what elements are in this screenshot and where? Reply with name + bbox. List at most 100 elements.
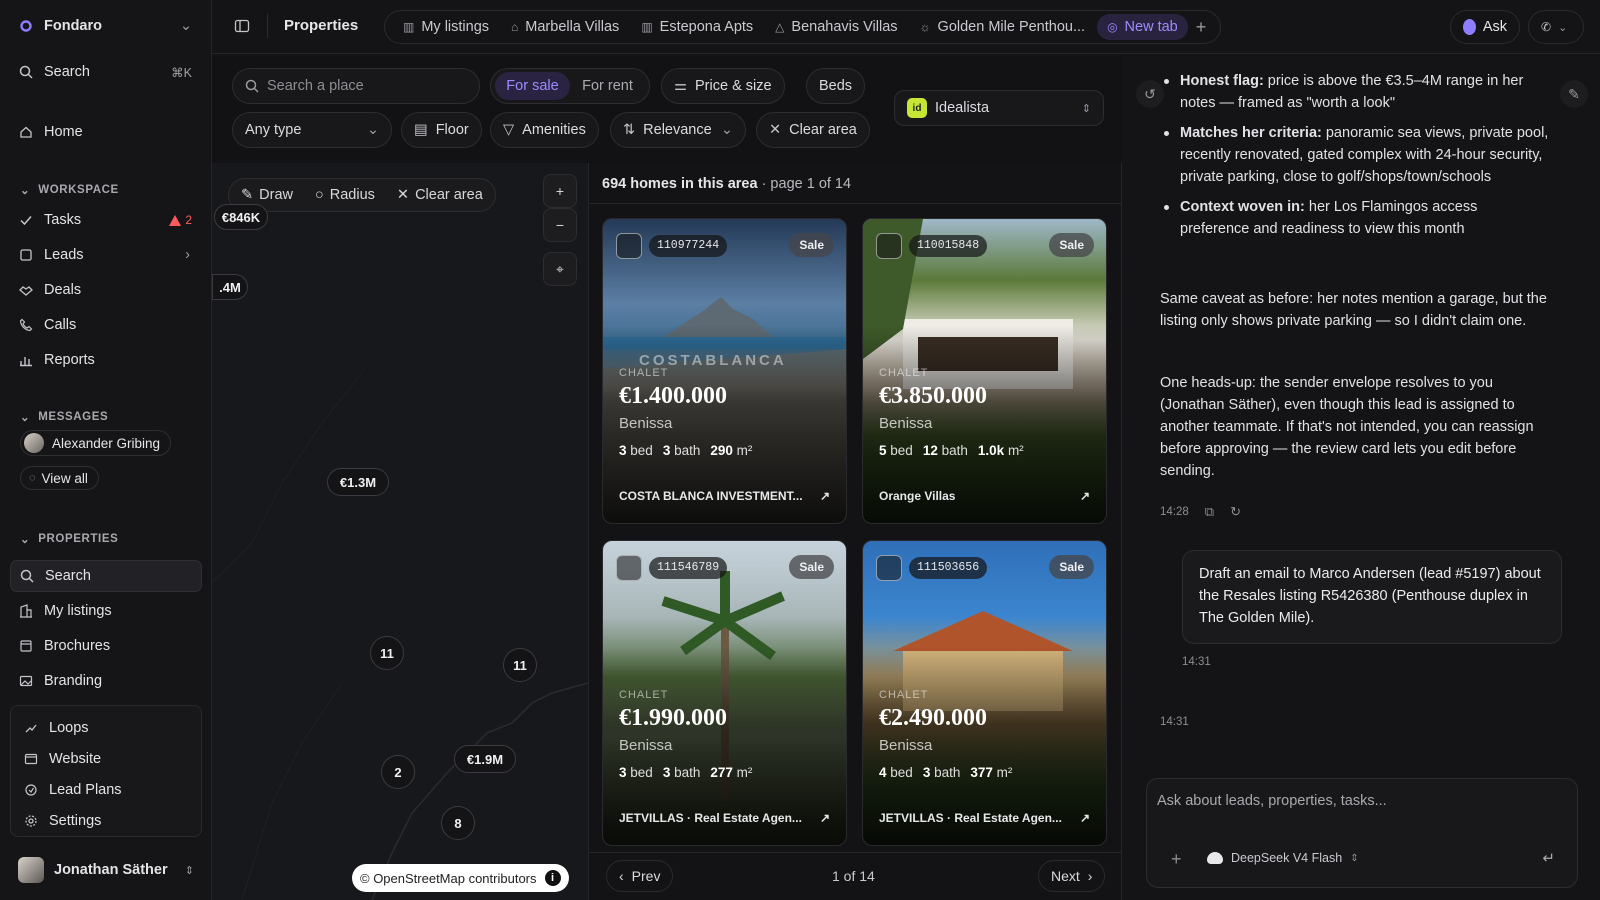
- zoom-out-button[interactable]: −: [543, 208, 577, 242]
- user-menu[interactable]: Jonathan Säther ⇕: [12, 852, 204, 888]
- regenerate-icon[interactable]: ↻: [1230, 504, 1241, 520]
- sort-select[interactable]: ⇅ Relevance ⌄: [610, 112, 746, 148]
- tab-new-tab[interactable]: ◎ New tab: [1097, 14, 1188, 40]
- sidebar-item-leads[interactable]: Leads ›: [10, 239, 202, 271]
- next-page-button[interactable]: Next ›: [1038, 860, 1106, 892]
- listing-card[interactable]: 111503656 Sale CHALET €2.490.000 Benissa…: [862, 540, 1107, 846]
- map-marker[interactable]: .4M: [212, 274, 248, 300]
- tab-marbella-villas[interactable]: ⌂ Marbella Villas: [501, 14, 629, 40]
- prev-page-button[interactable]: ‹ Prev: [606, 860, 674, 892]
- listing-ref: 111503656: [909, 557, 988, 579]
- map-cluster[interactable]: 11: [503, 648, 537, 682]
- for-sale-option[interactable]: For sale: [495, 72, 570, 100]
- contact-chip-alexander[interactable]: Alexander Gribing: [20, 430, 172, 456]
- sidebar-item-calls[interactable]: Calls: [10, 309, 202, 341]
- chevron-right-icon: ›: [1087, 868, 1093, 884]
- ask-button[interactable]: Ask: [1450, 10, 1520, 44]
- chevron-down-icon: ⌄: [20, 185, 31, 197]
- workspace-section-header[interactable]: ⌄ WORKSPACE: [20, 183, 119, 197]
- size-unit: m²: [996, 765, 1013, 780]
- source-select[interactable]: id Idealista ⇕: [894, 90, 1104, 126]
- tab-label: New tab: [1124, 19, 1178, 35]
- call-menu-button[interactable]: ✆ ⌄: [1528, 10, 1584, 44]
- map-marker[interactable]: €846K: [214, 204, 268, 230]
- sidebar-item-website[interactable]: Website: [15, 743, 195, 775]
- assistant-paragraph: One heads-up: the sender envelope resolv…: [1160, 375, 1534, 479]
- tab-label: My listings: [421, 19, 490, 35]
- sidebar-item-label: My listings: [44, 603, 112, 619]
- sidebar-item-home[interactable]: Home: [10, 116, 202, 148]
- tab-my-listings[interactable]: ▥ My listings: [393, 14, 499, 40]
- messages-section-header[interactable]: ⌄ MESSAGES: [20, 410, 108, 424]
- map-cluster[interactable]: 2: [381, 755, 415, 789]
- external-link-icon[interactable]: ↗: [820, 489, 830, 503]
- sidebar-search[interactable]: Search ⌘K: [10, 56, 202, 88]
- map-view[interactable]: [212, 163, 588, 900]
- sidebar-item-search[interactable]: Search: [10, 560, 202, 592]
- external-link-icon[interactable]: ↗: [1080, 811, 1090, 825]
- external-link-icon[interactable]: ↗: [820, 811, 830, 825]
- type-select[interactable]: Any type ⌄: [232, 112, 392, 148]
- map-marker[interactable]: €1.3M: [327, 468, 389, 496]
- select-checkbox[interactable]: [616, 555, 642, 581]
- draw-tool[interactable]: ✎ Draw: [241, 187, 293, 203]
- property-type: CHALET: [619, 689, 669, 701]
- clear-area-filter[interactable]: ✕ Clear area: [756, 112, 870, 148]
- send-icon[interactable]: ↵: [1542, 849, 1555, 867]
- sidebar-item-branding[interactable]: Branding: [10, 665, 202, 697]
- chevron-right-icon: ›: [185, 247, 190, 263]
- page-title: Properties: [284, 17, 359, 34]
- place-search[interactable]: Search a place: [232, 68, 480, 104]
- tab-benahavis-villas[interactable]: △ Benahavis Villas: [765, 14, 907, 40]
- avatar: [18, 857, 44, 883]
- properties-section-header[interactable]: ⌄ PROPERTIES: [20, 532, 118, 546]
- baths-unit: bath: [941, 443, 968, 458]
- add-tab-button[interactable]: +: [1190, 14, 1213, 40]
- sidebar-item-settings[interactable]: Settings: [15, 805, 195, 837]
- sidebar-item-label: Lead Plans: [49, 782, 122, 798]
- listing-card[interactable]: COSTABLANCA 110977244 Sale CHALET €1.400…: [602, 218, 847, 524]
- zoom-in-button[interactable]: +: [543, 174, 577, 208]
- for-rent-option[interactable]: For rent: [570, 72, 645, 100]
- select-checkbox[interactable]: [876, 555, 902, 581]
- beds-filter[interactable]: Beds: [806, 68, 866, 104]
- copy-icon[interactable]: ⧉: [1205, 504, 1214, 520]
- sidebar-item-brochures[interactable]: Brochures: [10, 630, 202, 662]
- sidebar-item-deals[interactable]: Deals: [10, 274, 202, 306]
- map-cluster[interactable]: 8: [441, 806, 475, 840]
- select-checkbox[interactable]: [616, 233, 642, 259]
- external-link-icon[interactable]: ↗: [1080, 489, 1090, 503]
- listing-card[interactable]: 110015848 Sale CHALET €3.850.000 Benissa…: [862, 218, 1107, 524]
- map-marker[interactable]: €1.9M: [454, 745, 516, 773]
- tab-estepona-apts[interactable]: ▥ Estepona Apts: [631, 14, 763, 40]
- add-attachment-icon[interactable]: +: [1171, 849, 1182, 870]
- sun-icon: ☼: [919, 20, 931, 34]
- sidebar-item-tasks[interactable]: Tasks 2: [10, 204, 202, 236]
- search-input[interactable]: Search a place: [267, 78, 364, 94]
- sidebar-item-my-listings[interactable]: My listings: [10, 595, 202, 627]
- sidebar-item-reports[interactable]: Reports: [10, 344, 202, 376]
- radius-tool[interactable]: ○ Radius: [315, 187, 375, 203]
- org-switcher[interactable]: Fondaro ⌄: [10, 10, 202, 42]
- price-size-filter[interactable]: ⚌ Price & size: [661, 68, 785, 104]
- baths-value: 3: [662, 765, 671, 780]
- leads-icon: [18, 247, 34, 263]
- listing-agent: Orange Villas ↗: [879, 489, 1090, 503]
- locate-button[interactable]: ⌖: [543, 252, 577, 286]
- toggle-sidebar-icon[interactable]: [234, 18, 250, 34]
- sidebar-item-lead-plans[interactable]: Lead Plans: [15, 774, 195, 806]
- view-all-messages-button[interactable]: ◌ View all: [20, 466, 99, 490]
- model-select[interactable]: DeepSeek V4 Flash ⇕: [1207, 851, 1359, 865]
- sidebar-item-loops[interactable]: Loops: [15, 712, 195, 744]
- listing-card[interactable]: 111546789 Sale CHALET €1.990.000 Benissa…: [602, 540, 847, 846]
- map-cluster[interactable]: 11: [370, 636, 404, 670]
- floor-filter[interactable]: ▤ Floor: [401, 112, 482, 148]
- select-checkbox[interactable]: [876, 233, 902, 259]
- map-attribution[interactable]: © OpenStreetMap contributors i: [352, 864, 569, 892]
- clear-area-tool[interactable]: ✕ Clear area: [397, 187, 483, 203]
- new-chat-icon[interactable]: ✎: [1560, 80, 1588, 108]
- tab-golden-mile[interactable]: ☼ Golden Mile Penthou...: [910, 14, 1096, 40]
- chat-input[interactable]: Ask about leads, properties, tasks...: [1157, 793, 1387, 809]
- amenities-filter[interactable]: ▽ Amenities: [490, 112, 599, 148]
- message-meta: 14:31: [1182, 656, 1211, 668]
